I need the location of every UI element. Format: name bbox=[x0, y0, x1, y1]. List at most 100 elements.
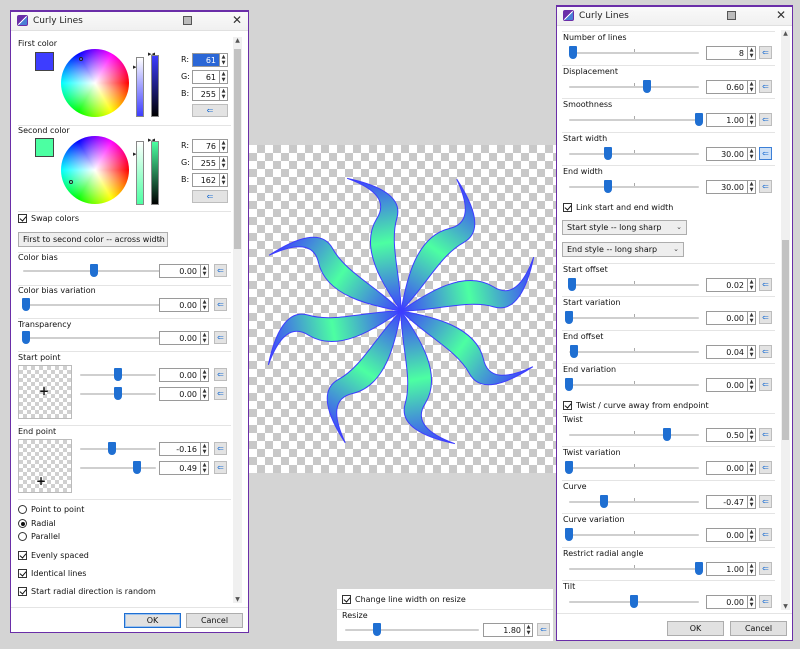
second-value-bar[interactable] bbox=[136, 141, 144, 205]
twist-field[interactable]: 0.50 ▲ ▼ bbox=[706, 427, 756, 442]
curve-variation-slider[interactable] bbox=[565, 528, 699, 542]
start-x-reset-button[interactable]: ⇐ bbox=[214, 368, 227, 381]
first-color-reset-button[interactable]: ⇐ bbox=[192, 104, 228, 117]
end-y-slider[interactable] bbox=[80, 461, 156, 475]
end-variation-field[interactable]: 0.00 ▲ ▼ bbox=[706, 378, 756, 392]
cancel-button[interactable]: Cancel bbox=[730, 621, 787, 636]
curve-variation-field[interactable]: 0.00 ▲ ▼ bbox=[706, 528, 756, 542]
color-bias-slider[interactable] bbox=[23, 264, 165, 278]
gradient-mode-dropdown[interactable]: First to second color -- across width ⌄ bbox=[18, 232, 168, 247]
end-y-field[interactable]: 0.49 ▲ ▼ bbox=[159, 461, 209, 475]
second-g-field[interactable]: 255 ▲ ▼ bbox=[192, 156, 228, 170]
cancel-button[interactable]: Cancel bbox=[186, 613, 243, 628]
radio-parallel[interactable]: Parallel bbox=[18, 532, 60, 541]
first-r-field[interactable]: 61 ▲ ▼ bbox=[192, 53, 228, 67]
start-y-slider[interactable] bbox=[80, 387, 156, 401]
twist-curve-checkbox[interactable]: Twist / curve away from endpoint bbox=[563, 400, 709, 410]
second-r-field[interactable]: 76 ▲ ▼ bbox=[192, 139, 228, 153]
restrict-radial-angle-field[interactable]: 1.00 ▲ ▼ bbox=[706, 561, 756, 576]
start-variation-field[interactable]: 0.00 ▲ ▼ bbox=[706, 311, 756, 325]
end-offset-slider[interactable] bbox=[569, 344, 699, 359]
twist-reset-button[interactable]: ⇐ bbox=[759, 427, 772, 441]
end-point-crosshair[interactable]: + bbox=[36, 475, 46, 487]
resize-slider[interactable] bbox=[345, 623, 479, 637]
end-variation-reset-button[interactable]: ⇐ bbox=[759, 378, 772, 391]
start-x-slider[interactable] bbox=[80, 368, 156, 382]
radio-radial[interactable]: Radial bbox=[18, 519, 56, 528]
close-icon[interactable]: ✕ bbox=[776, 9, 786, 21]
start-width-slider[interactable] bbox=[569, 146, 699, 161]
end-variation-slider[interactable] bbox=[565, 378, 699, 392]
twist-slider[interactable] bbox=[569, 427, 699, 442]
smoothness-field[interactable]: 1.00 ▲ ▼ bbox=[706, 113, 756, 127]
twist-variation-field[interactable]: 0.00 ▲ ▼ bbox=[706, 461, 756, 475]
start-offset-field[interactable]: 0.02 ▲ ▼ bbox=[706, 277, 756, 292]
tilt-slider[interactable] bbox=[569, 595, 699, 609]
start-style-dropdown[interactable]: Start style -- long sharp ⌄ bbox=[562, 219, 687, 235]
number-of-lines-slider[interactable] bbox=[568, 46, 699, 60]
pin-icon[interactable] bbox=[727, 11, 736, 20]
number-of-lines-field[interactable]: 8 ▲ ▼ bbox=[706, 46, 756, 60]
number-of-lines-reset-button[interactable]: ⇐ bbox=[759, 46, 772, 59]
second-b-field[interactable]: 162 ▲ ▼ bbox=[192, 173, 228, 187]
first-g-field[interactable]: 61 ▲ ▼ bbox=[192, 70, 228, 84]
end-y-reset-button[interactable]: ⇐ bbox=[214, 461, 227, 474]
displacement-field[interactable]: 0.60 ▲ ▼ bbox=[706, 79, 756, 94]
restrict-radial-angle-slider[interactable] bbox=[569, 561, 703, 576]
start-width-field[interactable]: 30.00 ▲ ▼ bbox=[706, 146, 756, 161]
resize-reset-button[interactable]: ⇐ bbox=[537, 623, 550, 636]
swap-colors-checkbox[interactable]: Swap colors bbox=[18, 214, 79, 223]
color-picker-marker[interactable] bbox=[79, 57, 83, 61]
link-widths-checkbox[interactable]: Link start and end width bbox=[563, 202, 673, 212]
resize-field[interactable]: 1.80 ▲ ▼ bbox=[483, 623, 533, 637]
color-picker-marker[interactable] bbox=[69, 180, 73, 184]
tilt-field[interactable]: 0.00 ▲ ▼ bbox=[706, 595, 756, 609]
start-x-field[interactable]: 0.00 ▲ ▼ bbox=[159, 368, 209, 382]
ok-button[interactable]: OK bbox=[667, 621, 724, 636]
end-x-slider[interactable] bbox=[80, 442, 156, 456]
start-variation-reset-button[interactable]: ⇐ bbox=[759, 311, 772, 324]
left-scrollbar[interactable]: ▲ ▼ bbox=[233, 37, 242, 603]
first-value-bar[interactable] bbox=[136, 57, 144, 117]
evenly-spaced-checkbox[interactable]: Evenly spaced bbox=[18, 551, 89, 560]
start-y-reset-button[interactable]: ⇐ bbox=[214, 387, 227, 400]
curve-slider[interactable] bbox=[569, 494, 699, 509]
end-width-reset-button[interactable]: ⇐ bbox=[759, 180, 772, 193]
end-x-field[interactable]: -0.16 ▲ ▼ bbox=[159, 442, 209, 456]
end-width-field[interactable]: 30.00 ▲ ▼ bbox=[706, 180, 756, 194]
transparency-reset-button[interactable]: ⇐ bbox=[214, 331, 227, 344]
displacement-reset-button[interactable]: ⇐ bbox=[759, 79, 772, 93]
twist-variation-slider[interactable] bbox=[565, 461, 699, 475]
change-line-width-checkbox[interactable]: Change line width on resize bbox=[342, 595, 466, 604]
smoothness-reset-button[interactable]: ⇐ bbox=[759, 113, 772, 126]
ok-button[interactable]: OK bbox=[124, 613, 181, 628]
first-alpha-bar[interactable] bbox=[151, 55, 159, 117]
end-width-slider[interactable] bbox=[569, 180, 699, 194]
color-bias-variation-field[interactable]: 0.00 ▲ ▼ bbox=[159, 298, 209, 312]
displacement-slider[interactable] bbox=[569, 79, 699, 94]
start-radial-random-checkbox[interactable]: Start radial direction is random bbox=[18, 587, 156, 596]
twist-variation-reset-button[interactable]: ⇐ bbox=[759, 461, 772, 474]
color-bias-variation-slider[interactable] bbox=[21, 298, 165, 312]
curve-variation-reset-button[interactable]: ⇐ bbox=[759, 528, 772, 541]
color-bias-variation-reset-button[interactable]: ⇐ bbox=[214, 298, 227, 311]
second-color-reset-button[interactable]: ⇐ bbox=[192, 190, 228, 203]
curve-reset-button[interactable]: ⇐ bbox=[759, 494, 772, 508]
color-bias-field[interactable]: 0.00 ▲ ▼ bbox=[159, 264, 209, 278]
second-alpha-bar[interactable] bbox=[151, 141, 159, 205]
right-scrollbar[interactable]: ▲ ▼ bbox=[781, 30, 790, 610]
start-point-crosshair[interactable]: + bbox=[39, 385, 49, 397]
end-style-dropdown[interactable]: End style -- long sharp ⌄ bbox=[562, 241, 684, 257]
restrict-radial-angle-reset-button[interactable]: ⇐ bbox=[759, 561, 772, 575]
smoothness-slider[interactable] bbox=[569, 113, 703, 127]
start-point-pad[interactable]: + bbox=[18, 365, 72, 419]
transparency-slider[interactable] bbox=[21, 331, 165, 345]
end-x-reset-button[interactable]: ⇐ bbox=[214, 442, 227, 455]
radio-point-to-point[interactable]: Point to point bbox=[18, 505, 84, 514]
first-color-swatch[interactable] bbox=[35, 52, 54, 71]
second-color-swatch[interactable] bbox=[35, 138, 54, 157]
start-width-reset-button[interactable]: ⇐ bbox=[759, 146, 772, 160]
start-variation-slider[interactable] bbox=[565, 311, 699, 325]
end-offset-reset-button[interactable]: ⇐ bbox=[759, 344, 772, 358]
color-bias-reset-button[interactable]: ⇐ bbox=[214, 264, 227, 277]
